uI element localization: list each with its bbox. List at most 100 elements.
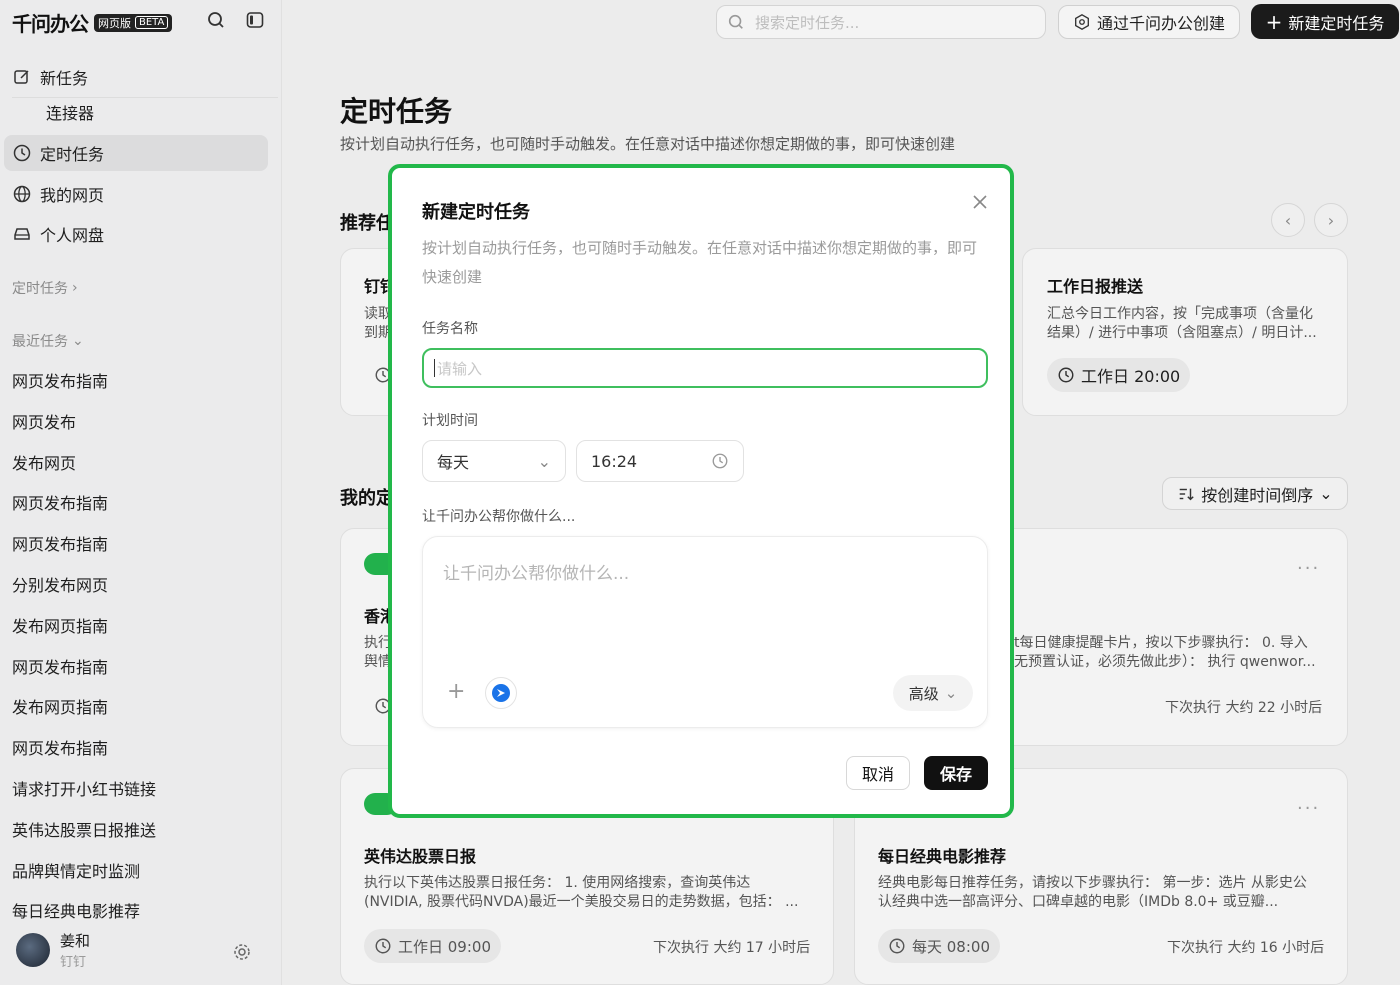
sort-icon: [1179, 488, 1194, 500]
search-input[interactable]: 搜索定时任务...: [716, 5, 1046, 39]
recent-task-item[interactable]: 英伟达股票日报推送: [12, 817, 156, 841]
nav-label: 定时任务: [40, 145, 105, 164]
advanced-dropdown[interactable]: 高级 ⌄: [893, 675, 973, 711]
recommended-heading: 推荐任: [340, 213, 394, 234]
recent-task-item[interactable]: 分别发布网页: [12, 572, 108, 596]
more-icon[interactable]: ···: [1297, 798, 1320, 819]
plus-icon: +: [1265, 9, 1283, 34]
prompt-label: 让千问办公帮你做什么...: [422, 509, 576, 525]
new-task-dialog: 新建定时任务 按计划自动执行任务，也可随时手动触发。在任意对话中描述你想定期做的…: [388, 164, 1014, 818]
recent-task-item[interactable]: 网页发布指南: [12, 490, 108, 514]
card-title: 工作日报推送: [1047, 277, 1144, 296]
schedule-pill: 工作日 20:00: [1047, 358, 1191, 392]
advanced-label: 高级: [908, 684, 939, 703]
chevron-left-icon: ‹: [1284, 210, 1292, 230]
globe-icon: [13, 185, 31, 203]
sort-label: 按创建时间倒序: [1201, 485, 1314, 505]
recent-task-item[interactable]: 请求打开小红书链接: [12, 776, 156, 800]
nav-label: 个人网盘: [40, 226, 105, 245]
card-title: 英伟达股票日报: [364, 847, 477, 866]
plus-icon[interactable]: +: [447, 679, 465, 704]
model-logo-icon[interactable]: [485, 677, 517, 709]
prompt-textarea[interactable]: 让千问办公帮你做什么... + 高级 ⌄: [422, 536, 988, 728]
recent-task-item[interactable]: 网页发布指南: [12, 735, 108, 759]
nav-label: 新任务: [40, 69, 89, 88]
model-logo-shape: [492, 684, 510, 702]
sort-dropdown[interactable]: 按创建时间倒序 ⌄: [1162, 477, 1348, 510]
avatar: [16, 933, 50, 967]
more-icon[interactable]: ···: [1297, 558, 1320, 579]
nav-scheduled-tasks[interactable]: 定时任务: [4, 135, 268, 171]
cancel-button[interactable]: 取消: [846, 756, 910, 790]
brand-name: 千问办公: [12, 12, 89, 36]
schedule-pill: 工作日 09:00: [364, 929, 501, 963]
next-run: 下次执行 大约 17 小时后: [653, 940, 811, 956]
clock-icon: [375, 938, 391, 954]
user-name: 姜和: [60, 932, 91, 950]
nav-personal-drive[interactable]: 个人网盘: [4, 216, 268, 252]
button-label: 新建定时任务: [1288, 13, 1385, 33]
schedule-text: 工作日 20:00: [1081, 367, 1181, 386]
chevron-down-icon: ⌄: [1319, 484, 1333, 503]
next-arrow-button[interactable]: ›: [1314, 203, 1348, 237]
recent-task-item[interactable]: 发布网页指南: [12, 694, 108, 718]
sidebar-toggle-icon[interactable]: [245, 10, 265, 30]
nav-new-task[interactable]: 新任务: [4, 59, 268, 95]
frequency-value: 每天: [437, 453, 470, 472]
card-desc: 汇总今日工作内容，按「完成事项（含量化: [1047, 306, 1313, 322]
drive-icon: [14, 228, 30, 240]
time-picker[interactable]: 16:24: [576, 440, 744, 482]
recent-task-item[interactable]: 发布网页指南: [12, 613, 108, 637]
beta-tag: BETA: [135, 16, 169, 29]
recent-section-toggle[interactable]: 最近任务 ⌄: [12, 331, 84, 351]
section-label: 最近任务: [12, 334, 68, 350]
user-profile[interactable]: 姜和 钉钉: [16, 930, 90, 970]
nav-my-pages[interactable]: 我的网页: [4, 176, 268, 212]
prompt-placeholder: 让千问办公帮你做什么...: [443, 564, 630, 584]
close-icon[interactable]: [970, 192, 990, 212]
search-placeholder: 搜索定时任务...: [755, 13, 860, 32]
button-label: 通过千问办公创建: [1096, 14, 1225, 33]
clock-icon: [1058, 367, 1074, 383]
nav-connectors[interactable]: 连接器: [4, 94, 268, 130]
input-placeholder: 请输入: [437, 359, 483, 378]
recent-task-item[interactable]: 品牌舆情定时监测: [12, 858, 140, 882]
clock-icon: [13, 144, 31, 162]
recent-task-item[interactable]: 网页发布指南: [12, 368, 108, 392]
user-org: 钉钉: [60, 955, 87, 970]
task-name-input[interactable]: 请输入: [422, 348, 988, 388]
recent-task-item[interactable]: 每日经典电影推荐: [12, 898, 140, 922]
section-label: 定时任务: [12, 281, 68, 297]
page-description: 按计划自动执行任务，也可随时手动触发。在任意对话中描述你想定期做的事，即可快速创…: [340, 135, 956, 153]
nav-label: 连接器: [46, 104, 95, 123]
nav-label: 我的网页: [40, 186, 105, 205]
schedule-time-label: 计划时间: [422, 413, 478, 429]
card-desc: (NVIDIA, 股票代码NVDA)最近一个美股交易日的走势数据，包括： ...: [364, 894, 799, 910]
next-run: 下次执行 大约 16 小时后: [1167, 940, 1325, 956]
chevron-down-icon: ⌄: [537, 451, 551, 471]
brand: 千问办公 网页版 BETA: [12, 8, 173, 37]
prev-arrow-button[interactable]: ‹: [1271, 203, 1305, 237]
time-value: 16:24: [591, 451, 638, 471]
create-via-qianwen-button[interactable]: 通过千问办公创建: [1058, 5, 1240, 39]
schedule-pill: 每天 08:00: [878, 929, 1000, 963]
clock-icon: [889, 938, 905, 954]
qianwen-logo-icon: [1075, 14, 1089, 30]
recent-task-item[interactable]: 网页发布: [12, 409, 76, 433]
search-icon[interactable]: [206, 10, 226, 30]
scheduled-section-toggle[interactable]: 定时任务 ›: [12, 278, 78, 298]
recent-task-item[interactable]: 网页发布指南: [12, 654, 108, 678]
frequency-select[interactable]: 每天 ⌄: [422, 440, 566, 482]
recent-task-item[interactable]: 网页发布指南: [12, 531, 108, 555]
save-button[interactable]: 保存: [924, 756, 988, 790]
card-desc: 结果）/ 进行中事项（含阻塞点）/ 明日计...: [1047, 325, 1317, 341]
chevron-right-icon: ›: [1327, 210, 1335, 230]
card-desc: 经典电影每日推荐任务，请按以下步骤执行： 第一步：选片 从影史公: [878, 875, 1307, 891]
text-caret: [434, 359, 435, 377]
brand-tag: 网页版: [98, 16, 131, 30]
gear-icon[interactable]: [232, 942, 252, 962]
new-scheduled-task-button[interactable]: + 新建定时任务: [1251, 4, 1399, 39]
chevron-right-icon: ›: [72, 280, 78, 296]
recent-task-item[interactable]: 发布网页: [12, 450, 76, 474]
card-desc: t每日健康提醒卡片，按以下步骤执行： 0. 导入: [1014, 635, 1308, 651]
